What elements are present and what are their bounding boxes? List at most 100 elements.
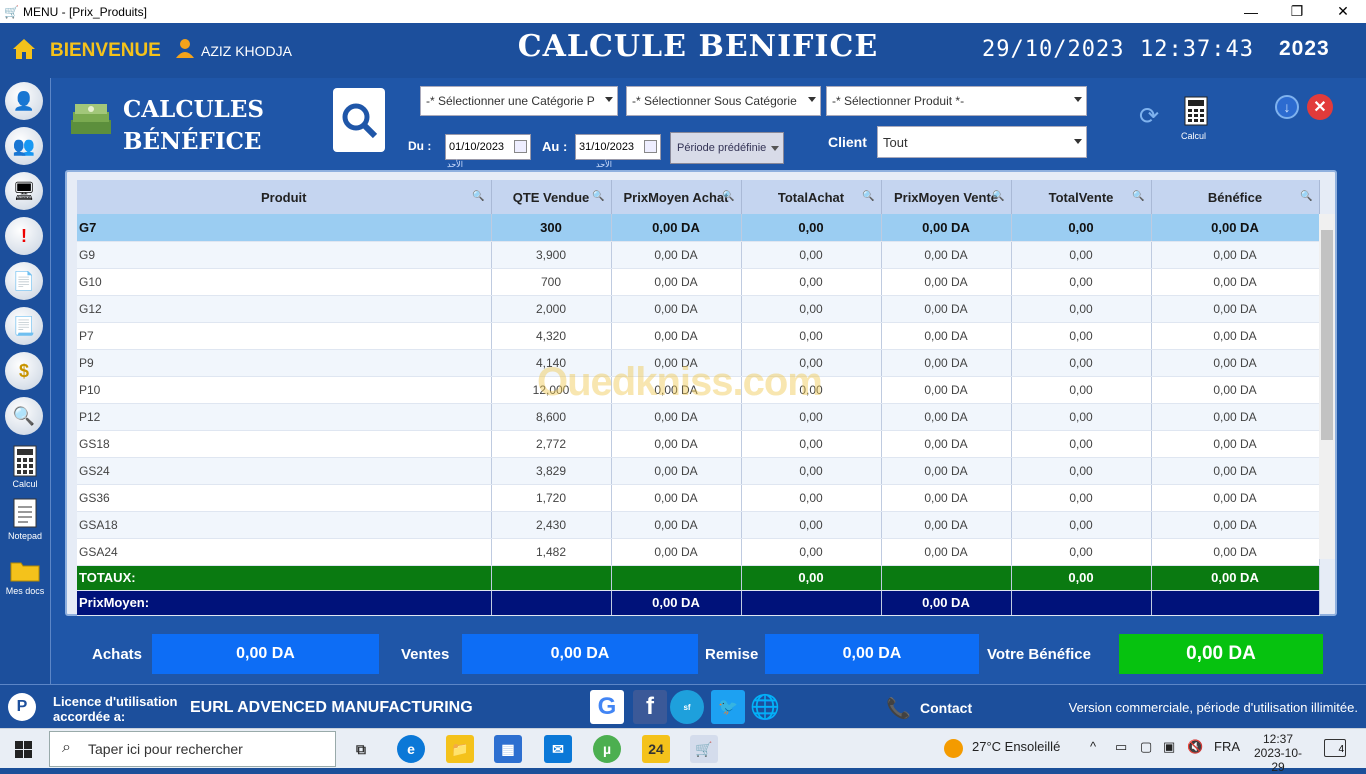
search-icon[interactable]: 🔍 [862, 191, 874, 202]
search-icon[interactable]: 🔍 [1132, 191, 1144, 202]
search-icon[interactable]: 🔍 [992, 191, 1004, 202]
client-select-value: Tout [883, 134, 908, 150]
store-icon[interactable]: ▦ [494, 735, 522, 763]
column-header-label: TotalAchat [777, 189, 845, 205]
folder-icon[interactable] [10, 559, 40, 583]
weather-text[interactable]: 27°C Ensoleillé [972, 739, 1060, 754]
network-icon[interactable]: ▭ [1115, 739, 1127, 755]
display-icon[interactable]: ▢ [1140, 739, 1152, 755]
list-document-icon[interactable]: 📃 [5, 307, 43, 345]
mail-icon[interactable]: ✉ [544, 735, 572, 763]
date-to-field[interactable]: 31/10/2023 [575, 134, 661, 160]
table-cell: PrixMoyen: [77, 590, 492, 616]
table-row[interactable]: G7 300 0,00 DA 0,00 0,00 DA 0,00 0,00 DA [77, 214, 1320, 242]
volume-muted-icon[interactable]: 🔇 [1187, 739, 1203, 755]
file-explorer-icon[interactable]: 📁 [446, 735, 474, 763]
app-24-icon[interactable]: 24 [642, 735, 670, 763]
category-select[interactable]: -* Sélectionner une Catégorie P [420, 86, 618, 116]
table-cell: 0,00 DA [611, 268, 742, 296]
vertical-scrollbar[interactable] [1319, 214, 1335, 559]
calculator-icon[interactable] [13, 445, 37, 477]
column-header[interactable]: Bénéfice 🔍 [1151, 180, 1320, 214]
search-icon[interactable]: 🔍 [722, 191, 734, 202]
column-header[interactable]: QTE Vendue 🔍 [491, 180, 612, 214]
table-row[interactable]: GSA24 1,482 0,00 DA 0,00 0,00 DA 0,00 0,00 DA [77, 538, 1320, 566]
table-cell: 0,00 DA [1151, 376, 1320, 404]
chevron-down-icon [1074, 97, 1082, 102]
edge-icon[interactable]: e [397, 735, 425, 763]
taskbar-search-input[interactable]: ⌕ Taper ici pour rechercher [49, 731, 336, 767]
column-header[interactable]: Produit 🔍 [77, 180, 492, 214]
money-icon[interactable]: $ [5, 352, 43, 390]
scrollbar-thumb[interactable] [1321, 230, 1333, 440]
utorrent-icon[interactable]: µ [593, 735, 621, 763]
language-indicator[interactable]: FRA [1214, 739, 1240, 754]
search-icon[interactable]: 🔍 [472, 191, 484, 202]
results-grid: Produit 🔍 QTE Vendue 🔍 PrixMoyen Achat 🔍 To… [65, 170, 1337, 616]
averages-row[interactable]: PrixMoyen: 0,00 DA 0,00 DA [77, 590, 1320, 616]
maximize-button[interactable]: ❐ [1274, 0, 1320, 23]
close-icon[interactable]: ✕ [1307, 94, 1333, 120]
close-window-button[interactable]: ✕ [1320, 0, 1366, 23]
date-from-field[interactable]: 01/10/2023 [445, 134, 531, 160]
minimize-button[interactable]: — [1228, 0, 1274, 23]
search-icon[interactable]: 🔍 [1300, 191, 1312, 202]
periode-predefinie-select[interactable]: Période prédéfinie [670, 132, 784, 164]
users-icon[interactable]: 👥 [5, 127, 43, 165]
table-row[interactable]: P12 8,600 0,00 DA 0,00 0,00 DA 0,00 0,00 DA [77, 403, 1320, 431]
twitter-icon[interactable]: 🐦 [711, 690, 745, 724]
calendar-icon[interactable] [644, 140, 657, 153]
contact-link[interactable]: Contact [920, 700, 972, 716]
header-time: 12:37:43 [1140, 37, 1254, 62]
home-icon[interactable] [12, 38, 36, 60]
table-cell: 2,000 [491, 295, 612, 323]
user-name: AZIZ KHODJA [201, 43, 293, 59]
table-cell: 0,00 [1011, 268, 1152, 296]
google-icon[interactable]: G [590, 690, 624, 724]
windows-start-icon[interactable] [15, 741, 32, 758]
column-header[interactable]: PrixMoyen Vente 🔍 [881, 180, 1012, 214]
table-row[interactable]: GS36 1,720 0,00 DA 0,00 0,00 DA 0,00 0,00 DA [77, 484, 1320, 512]
alert-icon[interactable]: ! [5, 217, 43, 255]
totals-row[interactable]: TOTAUX: 0,00 0,00 0,00 DA [77, 565, 1320, 591]
table-row[interactable]: G10 700 0,00 DA 0,00 0,00 DA 0,00 0,00 DA [77, 268, 1320, 296]
client-select[interactable]: Tout [877, 126, 1087, 158]
search-sidebar-icon[interactable]: 🔍 [5, 397, 43, 435]
task-view-icon[interactable]: ⧉ [347, 735, 375, 763]
table-row[interactable]: G12 2,000 0,00 DA 0,00 0,00 DA 0,00 0,00 DA [77, 295, 1320, 323]
calendar-icon[interactable] [514, 140, 527, 153]
date-from-day: الأحد [447, 160, 463, 169]
table-row[interactable]: GSA18 2,430 0,00 DA 0,00 0,00 DA 0,00 0,00 DA [77, 511, 1320, 539]
monitor-tray-icon[interactable]: ▣ [1163, 739, 1175, 755]
refresh-icon[interactable]: ⟳ [1139, 102, 1165, 130]
calculator-icon[interactable] [1184, 96, 1208, 126]
notepad-icon[interactable] [13, 498, 37, 528]
cart-app-icon[interactable]: 🛒 [690, 735, 718, 763]
table-cell: 0,00 DA [611, 511, 742, 539]
remise-value: 0,00 DA [765, 634, 979, 674]
document-icon[interactable]: 📄 [5, 262, 43, 300]
chevron-down-icon [1074, 139, 1082, 144]
facebook-icon[interactable]: f [633, 690, 667, 724]
panel-title-line2: BÉNÉFICE [123, 128, 262, 155]
table-row[interactable]: G9 3,900 0,00 DA 0,00 0,00 DA 0,00 0,00 DA [77, 241, 1320, 269]
chevron-down-icon [605, 97, 613, 102]
download-icon[interactable]: ↓ [1275, 95, 1299, 119]
column-header[interactable]: TotalVente 🔍 [1011, 180, 1152, 214]
monitor-icon[interactable]: 🖥 [5, 172, 43, 210]
product-select[interactable]: -* Sélectionner Produit *- [826, 86, 1087, 116]
globe-icon[interactable]: 🌐 [748, 690, 782, 724]
salesforce-icon[interactable]: sf [670, 690, 704, 724]
notification-icon[interactable]: 4 [1324, 739, 1346, 757]
table-row[interactable]: GS24 3,829 0,00 DA 0,00 0,00 DA 0,00 0,00 DA [77, 457, 1320, 485]
subcategory-select[interactable]: -* Sélectionner Sous Catégorie [626, 86, 821, 116]
column-header[interactable]: TotalAchat 🔍 [741, 180, 882, 214]
table-row[interactable]: GS18 2,772 0,00 DA 0,00 0,00 DA 0,00 0,00 DA [77, 430, 1320, 458]
chevron-up-icon[interactable]: ^ [1090, 739, 1096, 754]
user-settings-icon[interactable]: 👤 [5, 82, 43, 120]
search-button[interactable] [333, 88, 385, 152]
clock-date: 2023-10-29 [1253, 746, 1303, 774]
search-icon[interactable]: 🔍 [592, 191, 604, 202]
column-header[interactable]: PrixMoyen Achat 🔍 [611, 180, 742, 214]
table-row[interactable]: P7 4,320 0,00 DA 0,00 0,00 DA 0,00 0,00 DA [77, 322, 1320, 350]
